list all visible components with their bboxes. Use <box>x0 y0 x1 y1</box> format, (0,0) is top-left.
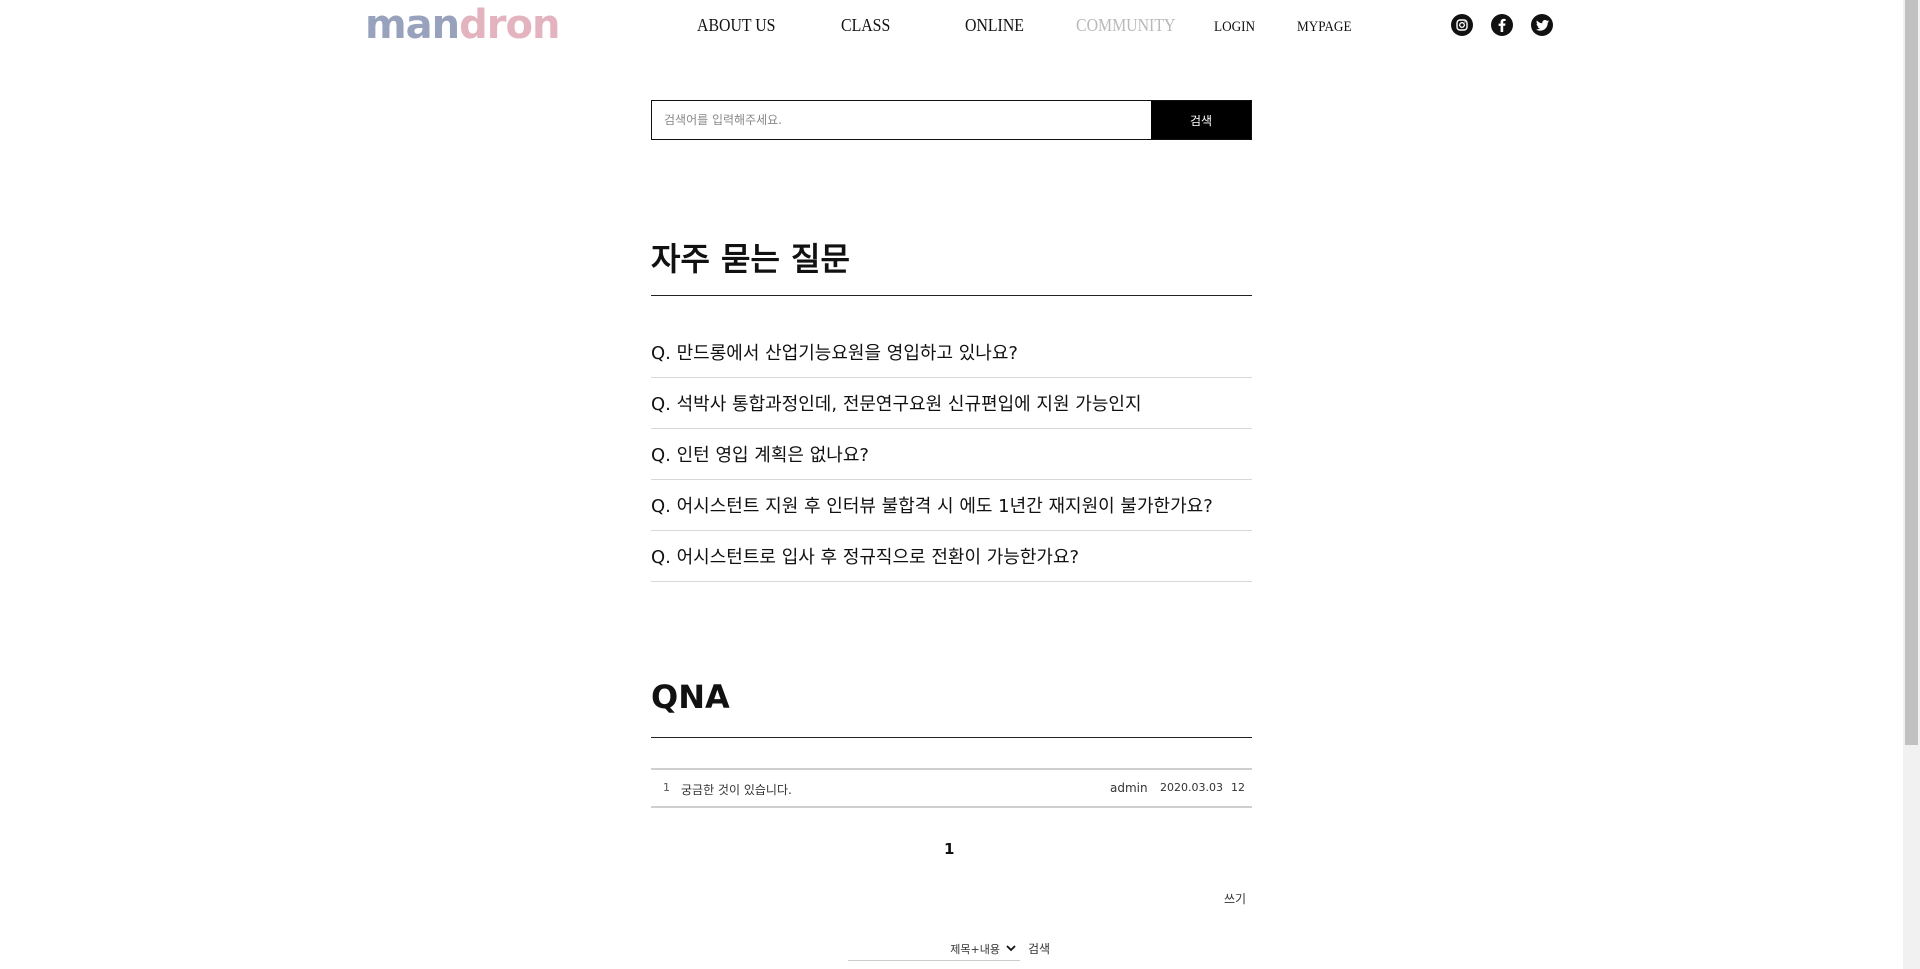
scrollbar-thumb[interactable] <box>1905 0 1918 745</box>
facebook-icon[interactable] <box>1491 14 1513 36</box>
qna-divider <box>651 737 1252 738</box>
search-button[interactable]: 검색 <box>1151 101 1251 139</box>
write-button[interactable]: 쓰기 <box>1224 890 1246 907</box>
faq-item[interactable]: Q. 만드롱에서 산업기능요원을 영입하고 있나요? <box>651 327 1252 378</box>
nav-about-us[interactable]: ABOUT US <box>697 14 775 36</box>
nav-online[interactable]: ONLINE <box>965 14 1024 36</box>
qna-table: 1 궁금한 것이 있습니다. admin 2020.03.03 12 <box>651 768 1252 808</box>
post-author: admin <box>1110 781 1148 795</box>
instagram-icon[interactable] <box>1451 14 1473 36</box>
post-number: 1 <box>663 781 670 794</box>
chevron-down-icon <box>1006 942 1016 955</box>
post-subject[interactable]: 궁금한 것이 있습니다. <box>681 781 792 798</box>
faq-item[interactable]: Q. 석박사 통합과정인데, 전문연구요원 신규편입에 지원 가능인지 <box>651 378 1252 429</box>
qna-title: QNA <box>651 678 730 716</box>
faq-item[interactable]: Q. 어시스턴트 지원 후 인터뷰 불합격 시 에도 1년간 재지원이 불가한가… <box>651 480 1252 531</box>
logo-part-man: man <box>365 2 460 48</box>
pagination-page-1[interactable]: 1 <box>944 840 954 858</box>
faq-list: Q. 만드롱에서 산업기능요원을 영입하고 있나요? Q. 석박사 통합과정인데… <box>651 327 1252 582</box>
search-field-selected: 제목+내용 <box>950 943 1000 956</box>
search-field-select[interactable]: 제목+내용 <box>848 937 1020 961</box>
board-search-button[interactable]: 검색 <box>1028 940 1050 957</box>
faq-divider <box>651 295 1252 296</box>
search-input[interactable] <box>652 101 1152 139</box>
faq-item[interactable]: Q. 인턴 영입 계획은 없나요? <box>651 429 1252 480</box>
site-header: mandron ABOUT US CLASS ONLINE COMMUNITY … <box>0 0 1900 50</box>
faq-title: 자주 묻는 질문 <box>651 240 850 278</box>
site-logo[interactable]: mandron <box>365 2 560 48</box>
nav-login[interactable]: LOGIN <box>1214 16 1255 38</box>
twitter-icon[interactable] <box>1531 14 1553 36</box>
post-date: 2020.03.03 <box>1160 781 1223 794</box>
search-bar: 검색 <box>651 100 1252 140</box>
nav-community[interactable]: COMMUNITY <box>1076 14 1175 36</box>
table-row[interactable]: 1 궁금한 것이 있습니다. admin 2020.03.03 12 <box>651 770 1252 806</box>
faq-item[interactable]: Q. 어시스턴트로 입사 후 정규직으로 전환이 가능한가요? <box>651 531 1252 582</box>
vertical-scrollbar[interactable] <box>1903 0 1920 969</box>
logo-part-dron: dron <box>459 2 560 48</box>
post-views: 12 <box>1231 781 1245 794</box>
nav-mypage[interactable]: MYPAGE <box>1297 16 1352 38</box>
nav-class[interactable]: CLASS <box>841 14 890 36</box>
